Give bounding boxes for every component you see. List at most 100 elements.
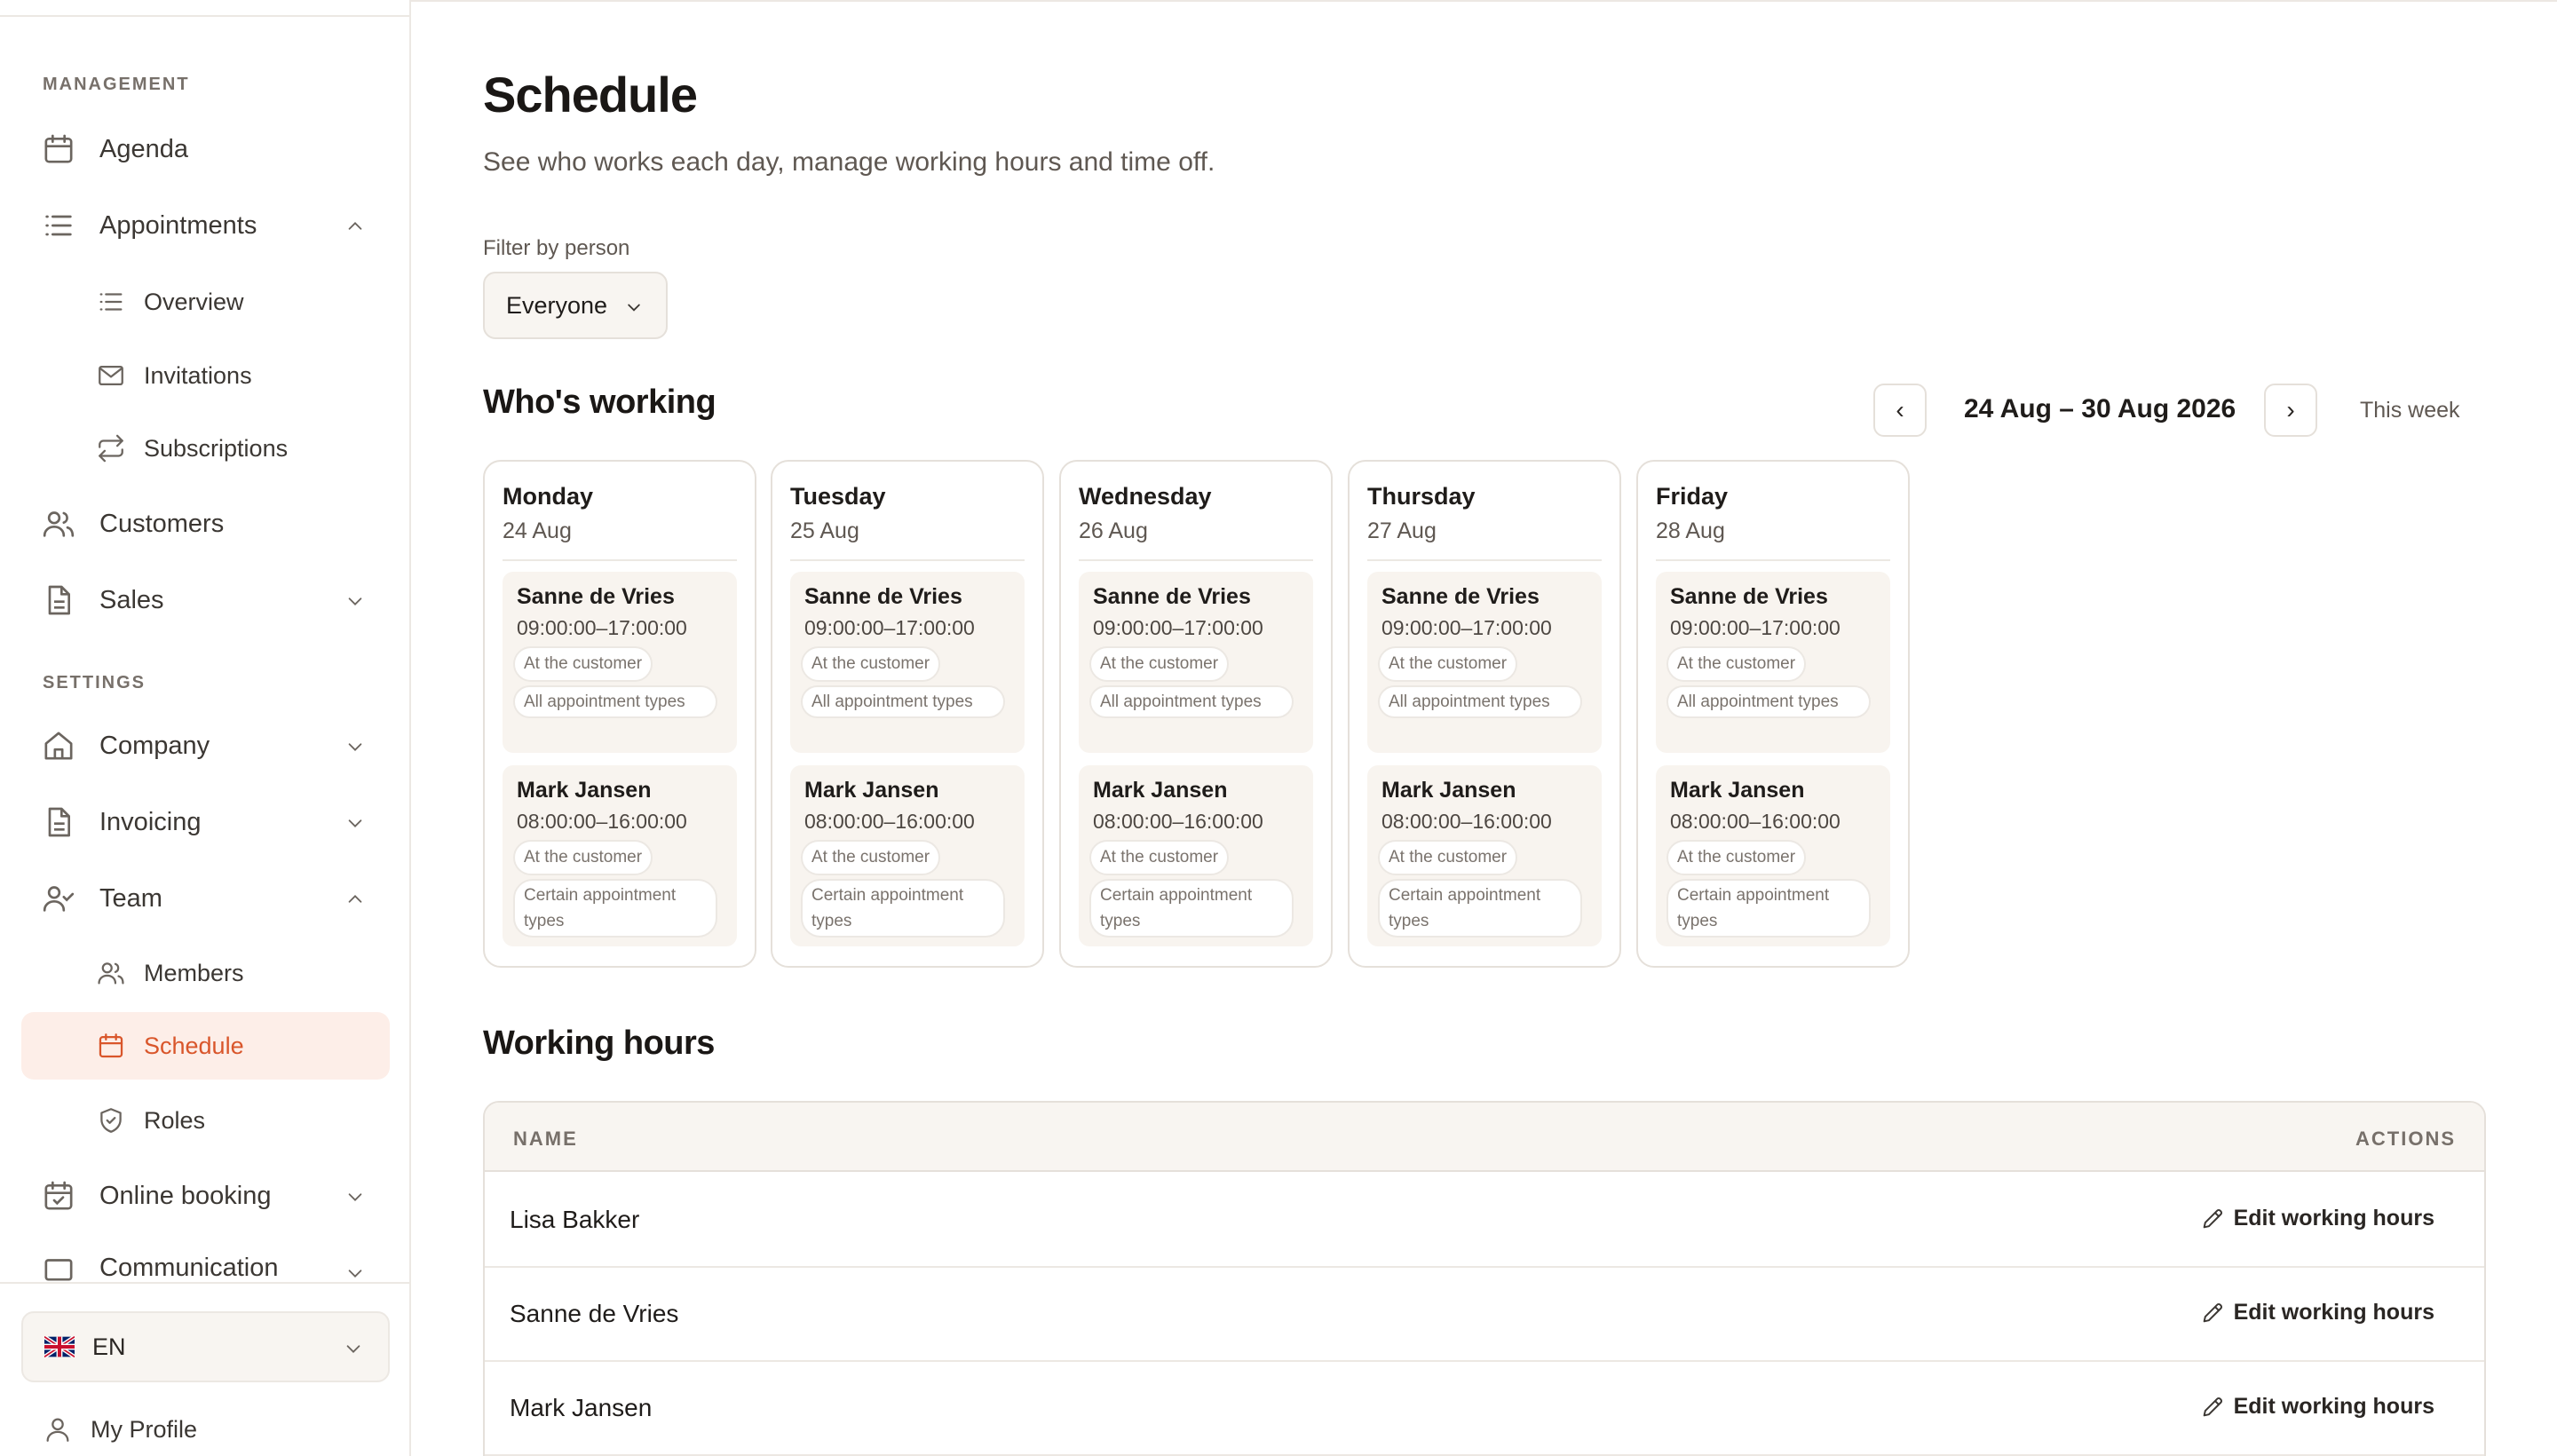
day-divider [1656, 559, 1890, 561]
page-subtitle: See who works each day, manage working h… [483, 147, 1215, 177]
appointment-types-badge: All appointment types [1378, 685, 1582, 718]
appointment-types-badge: All appointment types [513, 685, 717, 718]
chevron-up-icon[interactable] [345, 890, 365, 909]
language-select[interactable]: EN [21, 1311, 390, 1382]
pencil-icon [2203, 1208, 2222, 1228]
edit-label: Edit working hours [2233, 1394, 2434, 1419]
sidebar-item-label: Agenda [99, 134, 188, 163]
shift-time: 09:00:00–17:00:00 [517, 616, 687, 639]
shift-time: 08:00:00–16:00:00 [517, 810, 687, 833]
edit-working-hours-button[interactable]: Edit working hours [2200, 1300, 2434, 1325]
shift-card[interactable]: Mark Jansen 08:00:00–16:00:00 At the cus… [503, 765, 737, 946]
edit-working-hours-button[interactable]: Edit working hours [2200, 1394, 2434, 1420]
day-column-monday: Monday 24 Aug Sanne de Vries 09:00:00–17… [483, 460, 756, 968]
prev-week-button[interactable]: ‹ [1873, 384, 1927, 437]
shift-card[interactable]: Mark Jansen 08:00:00–16:00:00 At the cus… [1079, 765, 1313, 946]
chevron-down-icon [628, 304, 640, 312]
table-row: Mark Jansen Edit working hours [485, 1362, 2484, 1456]
day-column-thursday: Thursday 27 Aug Sanne de Vries 09:00:00–… [1348, 460, 1621, 968]
filter-person-select[interactable]: Everyone [483, 272, 668, 339]
my-profile-link[interactable]: My Profile [21, 1403, 197, 1456]
row-name: Mark Jansen [510, 1394, 653, 1421]
chevron-down-icon[interactable] [345, 737, 365, 756]
chevron-down-icon[interactable] [345, 813, 365, 833]
chevron-down-icon[interactable] [345, 1187, 365, 1207]
sidebar-item-online-booking[interactable]: Online booking [21, 1163, 390, 1229]
sidebar-item-label: Sales [99, 585, 164, 614]
day-name: Monday [503, 483, 594, 510]
message-icon [44, 1259, 73, 1281]
shield-icon [100, 1108, 122, 1133]
edit-working-hours-button[interactable]: Edit working hours [2200, 1206, 2434, 1231]
shift-time: 08:00:00–16:00:00 [1093, 810, 1263, 833]
shift-card[interactable]: Sanne de Vries 09:00:00–17:00:00 At the … [790, 572, 1025, 753]
edit-label: Edit working hours [2233, 1300, 2434, 1325]
this-week-button[interactable]: This week [2360, 398, 2460, 423]
location-badge: At the customer [801, 840, 941, 875]
sidebar-item-schedule[interactable]: Schedule [21, 1012, 390, 1080]
repeat-icon [99, 434, 123, 463]
sidebar-item-overview[interactable]: Overview [21, 268, 390, 336]
sidebar-item-invitations[interactable]: Invitations [21, 342, 390, 409]
next-week-button[interactable]: › [2264, 384, 2317, 437]
sidebar-item-label: Schedule [144, 1032, 244, 1059]
day-name: Thursday [1367, 483, 1476, 510]
day-name: Friday [1656, 483, 1729, 510]
location-badge: At the customer [1378, 840, 1518, 875]
shift-card[interactable]: Sanne de Vries 09:00:00–17:00:00 At the … [1656, 572, 1890, 753]
sidebar-item-label: Online booking [99, 1181, 272, 1210]
document-icon [48, 585, 70, 615]
users-icon [43, 511, 75, 537]
calendar-check-icon [44, 1181, 73, 1210]
page-title: Schedule [483, 67, 698, 123]
location-badge: At the customer [513, 646, 653, 682]
row-name: Sanne de Vries [510, 1300, 679, 1327]
shift-card[interactable]: Mark Jansen 08:00:00–16:00:00 At the cus… [1367, 765, 1602, 946]
list-icon [45, 215, 72, 236]
list-icon [99, 293, 123, 311]
appointment-types-badge: Certain appointment types [1089, 879, 1294, 938]
calendar-icon [44, 134, 73, 163]
sidebar-item-roles[interactable]: Roles [21, 1087, 390, 1154]
sidebar-item-subscriptions[interactable]: Subscriptions [21, 415, 390, 482]
calendar-icon [99, 1033, 123, 1058]
sidebar-item-label: Customers [99, 509, 225, 538]
shift-card[interactable]: Sanne de Vries 09:00:00–17:00:00 At the … [503, 572, 737, 753]
shift-card[interactable]: Sanne de Vries 09:00:00–17:00:00 At the … [1367, 572, 1602, 753]
sidebar: MANAGEMENT Agenda Appointments Overview … [0, 0, 411, 1456]
day-divider [503, 559, 737, 561]
filter-value: Everyone [506, 291, 608, 319]
sidebar-divider-top [0, 15, 409, 17]
shift-person: Sanne de Vries [804, 584, 962, 609]
location-badge: At the customer [1378, 646, 1518, 682]
sidebar-item-sales[interactable]: Sales [21, 567, 390, 633]
shift-time: 08:00:00–16:00:00 [1670, 810, 1841, 833]
sidebar-item-appointments[interactable]: Appointments [21, 193, 390, 258]
table-row: Lisa Bakker Edit working hours [485, 1174, 2484, 1268]
sidebar-item-company[interactable]: Company [21, 713, 390, 779]
sidebar-item-label: Communication [99, 1254, 279, 1282]
appointment-types-badge: All appointment types [1089, 685, 1294, 718]
sidebar-item-communication[interactable]: Communication [21, 1239, 390, 1282]
pencil-icon [2203, 1302, 2222, 1322]
sidebar-item-agenda[interactable]: Agenda [21, 116, 390, 182]
shift-card[interactable]: Sanne de Vries 09:00:00–17:00:00 At the … [1079, 572, 1313, 753]
home-icon [44, 732, 73, 760]
sidebar-item-invoicing[interactable]: Invoicing [21, 789, 390, 855]
sidebar-item-customers[interactable]: Customers [21, 491, 390, 557]
day-divider [790, 559, 1025, 561]
sidebar-item-team[interactable]: Team [21, 866, 390, 931]
sidebar-divider-bottom [0, 1282, 409, 1284]
chevron-up-icon[interactable] [345, 217, 365, 236]
shift-person: Sanne de Vries [517, 584, 675, 609]
shift-person: Mark Jansen [1381, 778, 1516, 803]
mail-icon [99, 365, 123, 386]
shift-person: Mark Jansen [804, 778, 939, 803]
chevron-down-icon[interactable] [345, 591, 365, 611]
chevron-down-icon [346, 1345, 360, 1353]
shift-card[interactable]: Mark Jansen 08:00:00–16:00:00 At the cus… [790, 765, 1025, 946]
uk-flag-icon [44, 1336, 75, 1357]
sidebar-item-members[interactable]: Members [21, 939, 390, 1007]
shift-card[interactable]: Mark Jansen 08:00:00–16:00:00 At the cus… [1656, 765, 1890, 946]
chevron-down-icon[interactable] [345, 1263, 365, 1282]
